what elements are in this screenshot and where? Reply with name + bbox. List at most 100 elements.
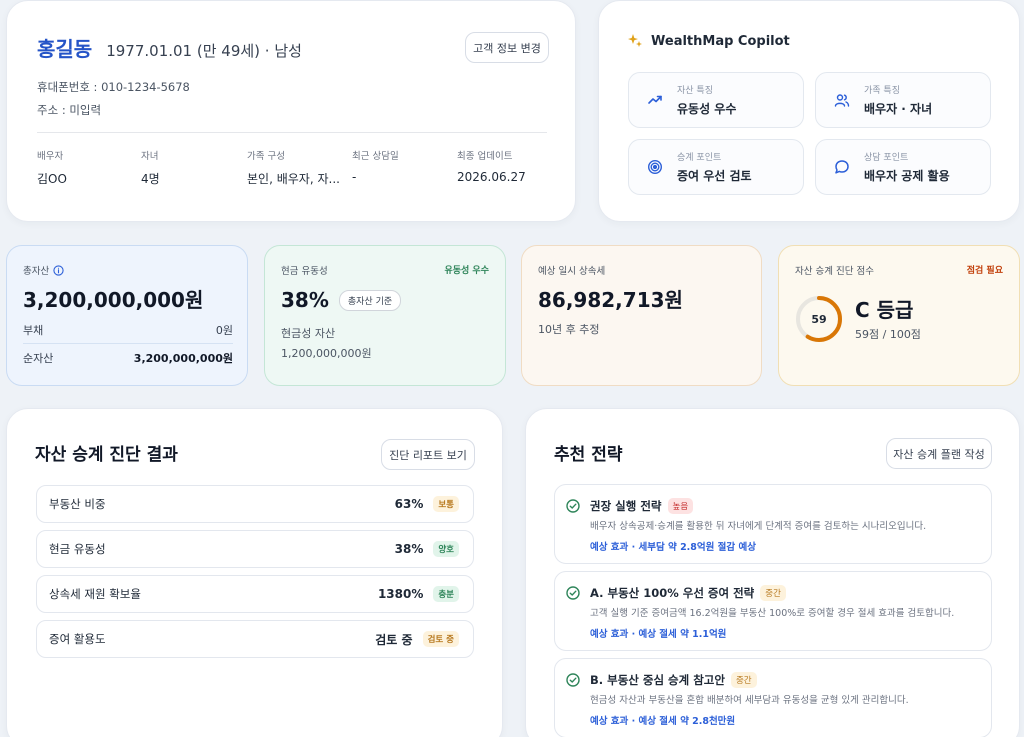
inheritance-tax-note: 10년 후 추정 [538, 323, 600, 336]
cash-liquidity-card: 현금 유동성 유동성 우수 38% 총자산 기준 현금성 자산 1,200,00… [264, 245, 506, 386]
create-plan-button[interactable]: 자산 승계 플랜 작성 [886, 438, 992, 469]
score-status-badge: 점검 필요 [966, 266, 1003, 276]
cash-liquidity-value: 38% [281, 288, 329, 312]
diagnosis-row-tag: 보통 [433, 496, 459, 512]
strategy-item-title: B. 부동산 중심 승계 참고안 [590, 673, 725, 687]
copilot-tile-consult[interactable]: 상담 포인트 배우자 공제 활용 [815, 139, 991, 195]
edit-customer-button[interactable]: 고객 정보 변경 [465, 32, 549, 63]
diagnosis-row-tag: 양호 [433, 541, 459, 557]
copilot-title-text: WealthMap Copilot [651, 33, 790, 49]
profile-field-family: 가족 구성 본인, 배우자, 자... [247, 148, 340, 187]
tile-value: 배우자 · 자녀 [864, 102, 933, 116]
field-value: 4명 [141, 172, 160, 186]
assets-divider [23, 343, 233, 344]
diagnosis-row-tag: 검토 중 [422, 631, 459, 647]
diagnosis-row[interactable]: 현금 유동성 38% 양호 [36, 530, 474, 568]
check-circle-icon [566, 586, 580, 600]
field-value: - [352, 170, 357, 184]
field-label: 자녀 [141, 151, 159, 162]
profile-header: 홍길동 1977.01.01 (만 49세) · 남성 [37, 33, 302, 62]
profile-divider [37, 132, 547, 133]
field-label: 최종 업데이트 [457, 151, 513, 162]
strategy-item-header: B. 부동산 중심 승계 참고안 중간 [590, 672, 757, 688]
diagnosis-row-name: 부동산 비중 [49, 497, 106, 511]
copilot-title: WealthMap Copilot [627, 33, 790, 49]
inheritance-tax-card: 예상 일시 상속세 86,982,713원 10년 후 추정 [521, 245, 762, 386]
total-assets-label-wrap: 총자산 [23, 263, 64, 277]
strategy-priority-tag: 중간 [760, 585, 786, 601]
diagnosis-title: 자산 승계 진단 결과 [35, 445, 178, 465]
score-number: 59 [811, 312, 827, 326]
strategy-item-effect: 예상 효과 · 예상 절세 약 1.1억원 [590, 629, 727, 640]
tile-label: 자산 특징 [677, 86, 713, 96]
chat-icon [835, 160, 849, 174]
inheritance-tax-value: 86,982,713원 [538, 288, 683, 312]
view-report-button[interactable]: 진단 리포트 보기 [381, 439, 475, 470]
profile-field-updated: 최종 업데이트 2026.06.27 [457, 148, 526, 184]
diagnosis-row-value: 63% [394, 497, 424, 511]
target-icon [647, 159, 663, 175]
cash-liquidity-row: 38% 총자산 기준 [281, 288, 402, 312]
field-label: 최근 상담일 [352, 151, 399, 162]
profile-field-last-consult: 최근 상담일 - [352, 148, 399, 184]
check-circle-icon [566, 499, 580, 513]
succession-score-card: 자산 승계 진단 점수 점검 필요 59 C 등급 59점 / 100점 [778, 245, 1020, 386]
field-label: 배우자 [37, 151, 64, 162]
strategy-item[interactable]: B. 부동산 중심 승계 참고안 중간 현금성 자산과 부동산을 혼합 배분하여… [554, 658, 992, 737]
strategy-item-desc: 배우자 상속공제·승계를 활용한 뒤 자녀에게 단계적 증여를 검토하는 시나리… [590, 521, 927, 532]
tile-value: 유동성 우수 [677, 102, 737, 116]
copilot-tile-asset[interactable]: 자산 특징 유동성 우수 [628, 72, 804, 128]
tile-label: 가족 특징 [864, 86, 900, 96]
strategy-priority-tag: 높음 [667, 498, 694, 514]
total-assets-card: 총자산 3,200,000,000원 부채 0원 순자산 3,200,000,0… [6, 245, 248, 386]
liquidity-status-badge: 유동성 우수 [444, 266, 489, 276]
users-icon [834, 94, 850, 107]
strategy-item[interactable]: 권장 실행 전략 높음 배우자 상속공제·승계를 활용한 뒤 자녀에게 단계적 … [554, 484, 992, 564]
field-value: 2026.06.27 [457, 170, 526, 184]
score-grade: C 등급 [855, 298, 914, 322]
net-assets-label: 순자산 [23, 352, 54, 365]
tile-value: 배우자 공제 활용 [864, 169, 950, 183]
basis-pill: 총자산 기준 [338, 289, 402, 311]
field-value: 본인, 배우자, 자... [247, 172, 340, 186]
diagnosis-row-name: 상속세 재원 확보율 [49, 587, 141, 601]
strategy-item-header: A. 부동산 100% 우선 증여 전략 중간 [590, 585, 786, 601]
strategy-item-effect: 예상 효과 · 세부담 약 2.8억원 절감 예상 [590, 542, 756, 553]
strategy-item-desc: 고객 실행 기준 증여금액 16.2억원을 부동산 100%로 증여할 경우 절… [590, 608, 955, 619]
strategy-priority-tag: 중간 [730, 672, 757, 688]
check-circle-icon [566, 673, 580, 687]
score-detail: 59점 / 100점 [855, 328, 921, 341]
customer-profile-card: 홍길동 1977.01.01 (만 49세) · 남성 고객 정보 변경 휴대폰… [6, 0, 576, 222]
diagnosis-row[interactable]: 증여 활용도 검토 중 검토 중 [36, 620, 474, 658]
debt-row: 부채 0원 [23, 322, 233, 338]
field-value: 김OO [37, 172, 67, 186]
tile-label: 승계 포인트 [677, 153, 722, 163]
strategy-item-header: 권장 실행 전략 높음 [590, 498, 694, 514]
copilot-tile-family[interactable]: 가족 특징 배우자 · 자녀 [815, 72, 991, 128]
customer-address: 주소 : 미입력 [37, 103, 102, 117]
field-label: 가족 구성 [247, 151, 285, 162]
diagnosis-row-name: 증여 활용도 [49, 632, 106, 646]
diagnosis-row[interactable]: 상속세 재원 확보율 1380% 충분 [36, 575, 474, 613]
strategy-title: 추천 전략 [554, 445, 623, 465]
strategy-item-desc: 현금성 자산과 부동산을 혼합 배분하여 세부담과 유동성을 균형 있게 관리합… [590, 695, 909, 706]
strategy-item-title: 권장 실행 전략 [590, 499, 662, 513]
strategy-item[interactable]: A. 부동산 100% 우선 증여 전략 중간 고객 실행 기준 증여금액 16… [554, 571, 992, 651]
diagnosis-row-tag: 충분 [433, 586, 459, 602]
diagnosis-row[interactable]: 부동산 비중 63% 보통 [36, 485, 474, 523]
strategy-item-effect: 예상 효과 · 예상 절세 약 2.8천만원 [590, 716, 736, 727]
inheritance-tax-label: 예상 일시 상속세 [538, 266, 606, 277]
debt-label: 부채 [23, 324, 44, 337]
sparkle-icon [628, 34, 642, 47]
strategy-item-title: A. 부동산 100% 우선 증여 전략 [590, 586, 755, 600]
tile-value: 증여 우선 검토 [677, 169, 752, 183]
copilot-tile-succession[interactable]: 승계 포인트 증여 우선 검토 [628, 139, 804, 195]
net-assets-row: 순자산 3,200,000,000원 [23, 350, 233, 366]
info-icon[interactable] [53, 264, 64, 276]
tile-label: 상담 포인트 [864, 153, 909, 163]
trend-up-icon [648, 95, 662, 104]
succession-score-label: 자산 승계 진단 점수 [795, 266, 874, 277]
diagnosis-row-value: 검토 중 [375, 632, 413, 647]
diagnosis-card: 자산 승계 진단 결과 진단 리포트 보기 부동산 비중 63% 보통 현금 유… [6, 408, 503, 737]
diagnosis-row-value: 38% [394, 542, 424, 556]
